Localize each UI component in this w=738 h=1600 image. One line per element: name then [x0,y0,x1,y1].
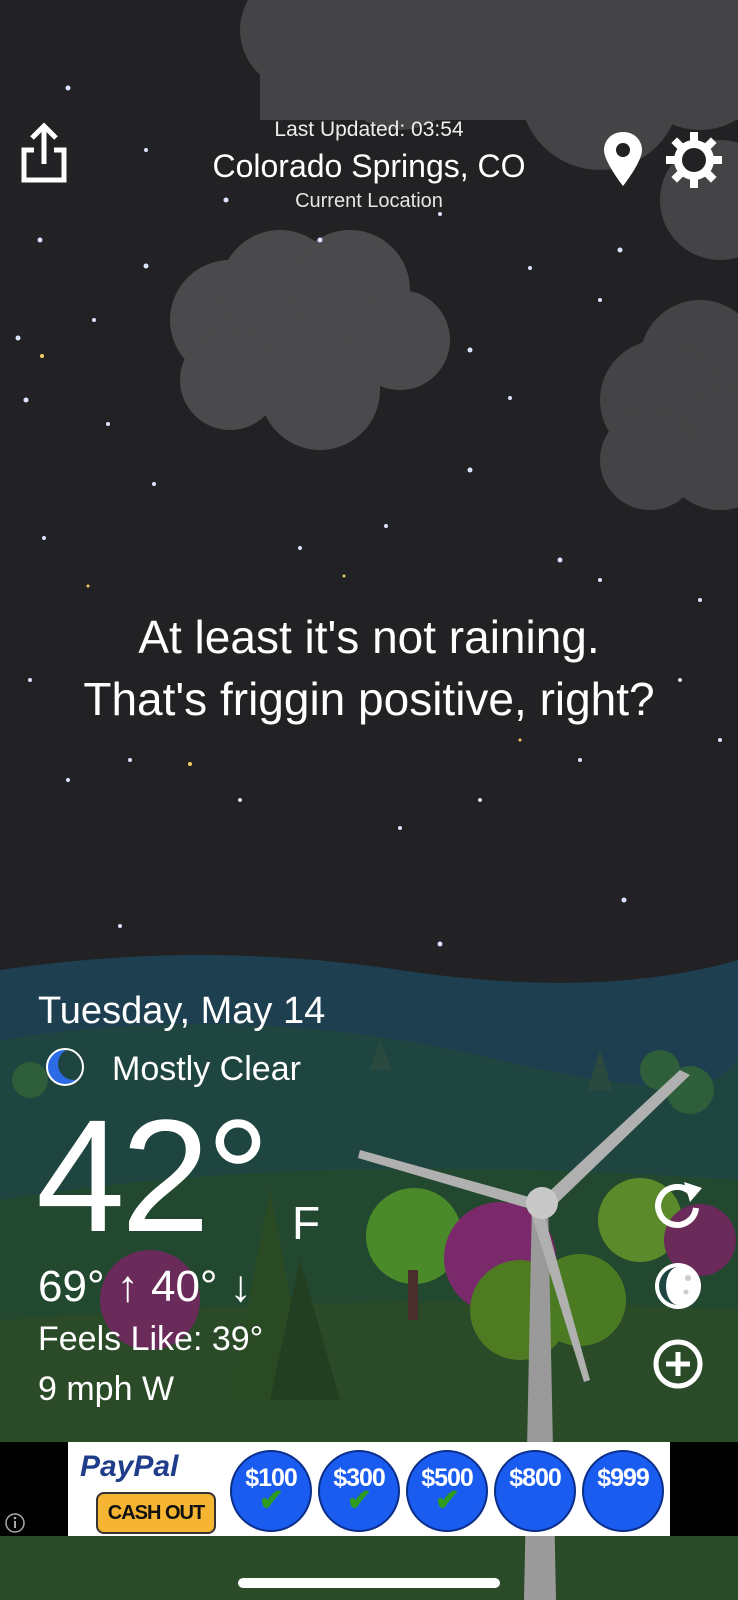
share-button[interactable] [16,122,72,188]
ad-coin-999: $999 [582,1450,664,1532]
plus-circle-icon [653,1339,703,1389]
high-low-temperature: 69° ↑ 40° ↓ [38,1262,252,1311]
condition-text: Mostly Clear [112,1050,301,1088]
refresh-button[interactable] [650,1178,706,1234]
location-label: Current Location [295,190,443,212]
forecast-date: Tuesday, May 14 [38,990,326,1032]
share-icon [21,122,67,183]
quote-line-1: At least it's not raining. [138,611,600,663]
moon-phase-icon [655,1263,701,1309]
moon-phase-button[interactable] [650,1258,706,1314]
weather-scene-background [0,0,738,1600]
home-indicator[interactable] [238,1578,500,1588]
info-icon[interactable] [4,1512,26,1534]
paypal-logo-text: PayPal [80,1450,179,1483]
location-button[interactable] [598,130,648,188]
cash-out-button[interactable]: CASH OUT [96,1492,216,1534]
ad-coin-500: $500 ✔ [406,1450,488,1532]
refresh-icon [655,1182,702,1228]
settings-button[interactable] [664,130,724,190]
snarky-quote: At least it's not raining. That's friggi… [20,606,718,730]
crescent-moon-icon [44,1046,90,1088]
map-pin-icon [604,132,642,186]
feels-like-text: Feels Like: 39° [38,1320,264,1358]
ad-coin-300: $300 ✔ [318,1450,400,1532]
gear-icon [666,132,722,188]
quote-line-2: That's friggin positive, right? [83,673,655,725]
ad-coin-100: $100 ✔ [230,1450,312,1532]
ad-coin-800: $800 [494,1450,576,1532]
add-location-button[interactable] [650,1336,706,1392]
current-temperature: 42° [36,1086,270,1265]
wind-text: 9 mph W [38,1370,175,1408]
temperature-unit[interactable]: F [292,1196,320,1250]
